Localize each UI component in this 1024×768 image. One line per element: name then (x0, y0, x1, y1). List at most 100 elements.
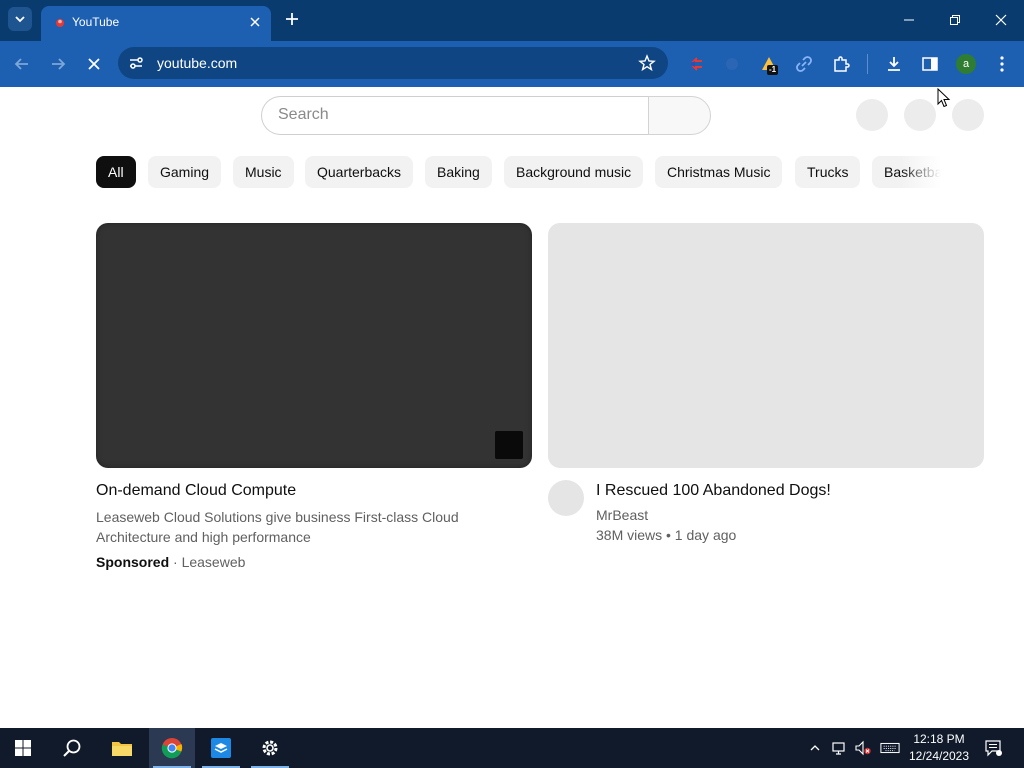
settings-button[interactable] (247, 728, 293, 768)
store-app-button[interactable] (198, 728, 244, 768)
site-info-icon[interactable] (128, 55, 144, 71)
thumbnail-corner-mark (495, 431, 523, 459)
minimize-icon (904, 19, 914, 21)
restore-icon (950, 15, 960, 25)
taskbar-search-button[interactable] (49, 728, 95, 768)
ad-title[interactable]: On-demand Cloud Compute (96, 482, 296, 500)
chip-trucks[interactable]: Trucks (795, 156, 861, 188)
downloads-button[interactable] (883, 53, 905, 75)
notification-center-button[interactable] (983, 738, 1003, 758)
arrow-extension-icon (690, 57, 702, 71)
category-chips-bar: All Gaming Music Quarterbacks Baking Bac… (96, 156, 941, 188)
network-icon (832, 742, 845, 755)
kebab-menu-icon (1000, 56, 1004, 72)
show-hidden-icons-button[interactable] (805, 738, 825, 758)
arrow-right-icon (52, 58, 66, 70)
side-panel-button[interactable] (919, 53, 941, 75)
windows-taskbar: 12:18 PM 12/24/2023 (0, 728, 1024, 768)
extension-hidden-button[interactable] (721, 53, 743, 75)
extension-faded-icon (726, 58, 738, 70)
system-clock[interactable]: 12:18 PM 12/24/2023 (906, 731, 972, 765)
volume-tray-button[interactable] (853, 738, 873, 758)
clock-time: 12:18 PM (913, 732, 965, 746)
chip-background-music[interactable]: Background music (504, 156, 644, 188)
create-button-placeholder[interactable] (856, 99, 888, 131)
extension-badge: -1 (767, 65, 779, 75)
chip-music[interactable]: Music (233, 156, 294, 188)
chip-gaming[interactable]: Gaming (148, 156, 222, 188)
download-icon (888, 57, 900, 71)
touch-keyboard-button[interactable] (880, 738, 900, 758)
back-button[interactable] (9, 51, 35, 77)
network-tray-button[interactable] (829, 738, 849, 758)
extensions-button[interactable] (830, 53, 852, 75)
channel-avatar[interactable] (548, 480, 584, 516)
meta-separator: · (173, 554, 178, 570)
sponsored-label: Sponsored (96, 554, 170, 570)
store-app-icon (211, 738, 231, 758)
video-title[interactable]: I Rescued 100 Abandoned Dogs! (596, 482, 831, 500)
chrome-icon (161, 738, 183, 759)
close-window-button[interactable] (986, 6, 1016, 34)
search-icon (63, 739, 81, 757)
restore-button[interactable] (940, 6, 970, 34)
clock-date: 12/24/2023 (908, 749, 970, 763)
bookmark-star-icon[interactable] (638, 54, 656, 72)
chevron-down-icon (15, 16, 25, 23)
keyboard-icon (880, 742, 900, 754)
tab-youtube[interactable]: YouTube (41, 6, 271, 41)
plus-icon (286, 13, 298, 25)
puzzle-icon (834, 56, 850, 72)
chip-baking[interactable]: Baking (425, 156, 492, 188)
loading-favicon-icon (56, 19, 64, 27)
extension-arrow-button[interactable] (685, 53, 707, 75)
tab-title: YouTube (72, 15, 120, 29)
search-input[interactable]: Search (261, 96, 648, 135)
search-button[interactable] (648, 96, 711, 135)
close-icon (995, 14, 1007, 26)
tab-search-button[interactable] (8, 7, 32, 31)
tab-close-button[interactable] (247, 14, 263, 30)
browser-title-bar: YouTube (0, 0, 1024, 41)
search-placeholder: Search (278, 106, 329, 123)
notifications-button-placeholder[interactable] (904, 99, 936, 131)
toolbar-separator (867, 54, 868, 74)
volume-muted-icon (855, 740, 871, 756)
close-icon (250, 17, 260, 27)
ad-meta: Sponsored · Leaseweb (96, 554, 245, 570)
chrome-taskbar-button[interactable] (149, 728, 195, 768)
start-button[interactable] (0, 728, 46, 768)
start-icon (15, 740, 31, 756)
close-icon (88, 58, 100, 70)
profile-avatar[interactable]: a (956, 54, 976, 74)
youtube-page: Search All Gaming Music Quarterbacks Bak… (0, 87, 1024, 728)
chips-fade-overlay (901, 156, 951, 188)
chip-christmas-music[interactable]: Christmas Music (655, 156, 783, 188)
forward-button[interactable] (45, 51, 71, 77)
settings-icon (262, 740, 278, 756)
channel-name[interactable]: MrBeast (596, 507, 648, 523)
chip-all[interactable]: All (96, 156, 136, 188)
video-thumbnail[interactable] (548, 223, 984, 468)
video-meta: 38M views • 1 day ago (596, 527, 737, 543)
file-explorer-icon (112, 742, 132, 756)
ad-description: Leaseweb Cloud Solutions give business F… (96, 509, 459, 545)
advertiser-name[interactable]: Leaseweb (182, 554, 246, 570)
browser-toolbar: youtube.com a (0, 41, 1024, 87)
chip-quarterbacks[interactable]: Quarterbacks (305, 156, 414, 188)
minimize-button[interactable] (894, 6, 924, 34)
address-bar[interactable]: youtube.com (118, 47, 668, 79)
new-tab-button[interactable] (282, 9, 302, 29)
url-text[interactable]: youtube.com (157, 55, 237, 71)
arrow-left-icon (14, 58, 28, 70)
file-explorer-button[interactable] (99, 728, 145, 768)
account-avatar-placeholder[interactable] (952, 99, 984, 131)
ad-thumbnail[interactable] (96, 223, 532, 468)
side-panel-icon (922, 57, 938, 71)
mouse-cursor-icon (937, 88, 951, 108)
chrome-menu-button[interactable] (991, 53, 1013, 75)
link-icon (796, 56, 812, 72)
chevron-up-icon (810, 745, 820, 751)
extension-link-button[interactable] (793, 53, 815, 75)
stop-loading-button[interactable] (81, 51, 107, 77)
